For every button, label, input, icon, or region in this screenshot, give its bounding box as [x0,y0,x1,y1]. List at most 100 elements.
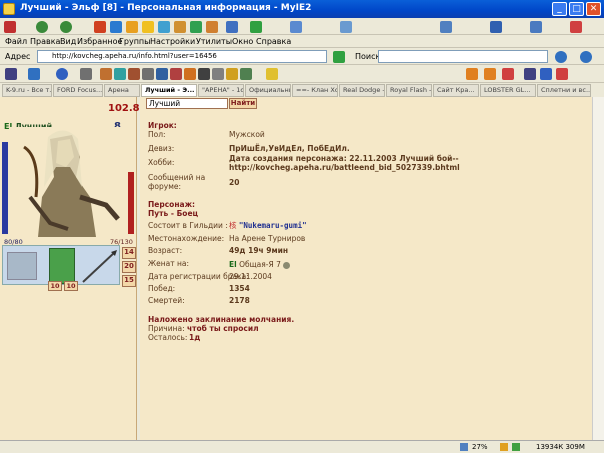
history-icon[interactable] [158,21,170,33]
refresh-icon[interactable] [110,21,122,33]
marriage-date-value: 29.11.2004 [229,272,272,281]
tool-icon-2[interactable] [114,68,126,80]
tab-3-active[interactable]: Лучший - Э... [141,84,197,97]
save-icon[interactable] [490,21,502,33]
vertical-scrollbar[interactable] [592,97,604,440]
tab-6[interactable]: ==- Клан Хоб... [292,84,338,97]
tab-11[interactable]: Сплетни и вс... [537,84,591,97]
close-button[interactable]: ✕ [586,2,601,16]
tool-icon-6[interactable] [170,68,182,80]
memory-usage: 13934К 309М [536,443,585,451]
tab-0[interactable]: K-9.ru - Все т... [2,84,52,97]
silence-remain-label: Осталось: [148,333,188,342]
cascade-icon[interactable] [440,21,452,33]
tab-1[interactable]: FORD Focus... [53,84,103,97]
tab-strip: K-9.ru - Все т... FORD Focus... Арена Лу… [0,83,604,97]
groups-icon[interactable] [190,21,202,33]
print-icon[interactable] [174,21,186,33]
forward-icon[interactable] [36,21,48,33]
exit-icon[interactable] [556,68,568,80]
back-icon[interactable] [4,21,16,33]
favorites-icon[interactable] [142,21,154,33]
guild-name[interactable]: "Nukemaru-gumi" [239,221,307,230]
zoom-icon[interactable] [460,443,468,451]
find-button[interactable]: Найти [229,98,257,109]
tile-icon[interactable] [466,68,478,80]
menu-file[interactable]: Файл [5,37,27,46]
close-all-icon[interactable] [502,68,514,80]
menu-utilities[interactable]: Утилиты [196,37,232,46]
tool-icon-8[interactable] [198,68,210,80]
menu-settings[interactable]: Настройки [150,37,195,46]
view-icon[interactable] [530,21,542,33]
status-bar: 27% 13934К 309М [0,440,604,453]
minimize-button[interactable]: _ [552,2,567,16]
window-list-icon[interactable] [28,68,40,80]
menu-favorites[interactable]: Избранное [77,37,122,46]
lock-icon[interactable] [80,68,92,80]
maximize-button[interactable]: □ [569,2,584,16]
hobby-label: Хобби: [148,158,175,167]
cascade-all-icon[interactable] [524,68,536,80]
go-icon[interactable] [333,51,345,63]
silence-reason-label: Причина: [148,324,185,333]
search-icon[interactable] [555,51,567,63]
search-engine-icon[interactable] [580,51,592,63]
tabs-icon[interactable] [290,21,302,33]
layout-icon[interactable] [340,21,352,33]
mana-bar [128,172,134,234]
character-portrait [10,127,125,237]
tab-9[interactable]: Сайт Кра... [433,84,479,97]
nav-forward-icon[interactable] [60,21,72,33]
spouse-value[interactable]: El Общая-Я 7 [229,260,291,269]
zoom-value[interactable]: 27% [472,443,488,451]
info-icon[interactable] [283,261,291,269]
menu-edit[interactable]: Правка [30,37,60,46]
menu-window[interactable]: Окно [232,37,253,46]
tool-icon-10[interactable] [226,68,238,80]
armor-slot[interactable] [49,248,75,284]
tab-4[interactable]: "АРЕНА" - 1o... [198,84,244,97]
search-input[interactable] [378,50,548,63]
tab-10[interactable]: LOBSTER GL... [480,84,536,97]
reload-icon[interactable] [56,68,68,80]
tools-icon[interactable] [250,21,262,33]
glove-slot[interactable] [7,252,37,280]
menu-help[interactable]: Справка [256,37,291,46]
hobby-link[interactable]: http://kovcheg.apeha.ru/battleend_bid_50… [229,163,460,172]
tab-5[interactable]: Официальны... [245,84,291,97]
search-name-input[interactable]: Лучший [146,98,228,109]
guild-glyph-icon: 核 [229,221,237,230]
tab-2[interactable]: Арена [104,84,140,97]
tool-icon-5[interactable] [156,68,168,80]
stat-box-0: 14 [122,247,136,259]
settings-icon[interactable] [570,21,582,33]
location-value: На Арене Турниров [229,234,306,243]
equipment-slots [2,245,120,285]
tab-7[interactable]: Real Dodge -... [339,84,385,97]
tool-icon-12[interactable] [266,68,278,80]
spear-slot[interactable] [79,248,119,284]
stop-icon[interactable] [94,21,106,33]
home-icon[interactable] [126,21,138,33]
guild-value[interactable]: 核 "Nukemaru-gumi" [229,220,307,231]
tool-icon-4[interactable] [142,68,154,80]
tool-icon-1[interactable] [100,68,112,80]
save-page-icon[interactable] [5,68,17,80]
window-icon[interactable] [226,21,238,33]
tile-h-icon[interactable] [484,68,496,80]
menu-view[interactable]: Вид [60,37,76,46]
address-input[interactable]: http://kovcheg.apeha.ru/info.html?user=1… [37,50,327,63]
spouse-race-badge: El [229,260,237,269]
tool-icon-11[interactable] [240,68,252,80]
stat-box-1: 20 [122,261,136,273]
tool-icon-7[interactable] [184,68,196,80]
user-icon[interactable] [206,21,218,33]
tool-icon-3[interactable] [128,68,140,80]
tool-icon-9[interactable] [212,68,224,80]
menu-groups[interactable]: Группы [119,37,150,46]
wins-label: Побед: [148,284,176,293]
spouse-name[interactable]: Общая-Я 7 [239,260,281,269]
maximize-all-icon[interactable] [540,68,552,80]
tab-8[interactable]: Royal Flash -... [386,84,432,97]
